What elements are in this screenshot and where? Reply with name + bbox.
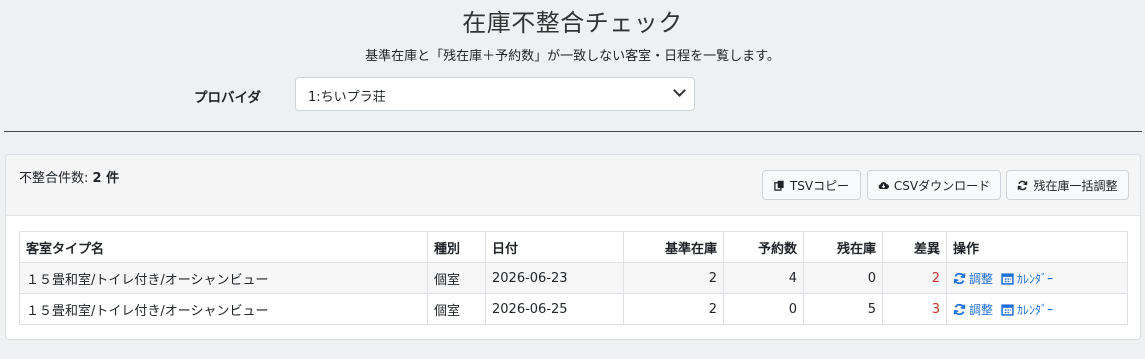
cell-operations: 調整 ｶﾚﾝﾀﾞｰ — [946, 293, 1128, 325]
csv-download-button[interactable]: CSVダウンロード — [867, 170, 1001, 200]
cell-kind: 個室 — [427, 293, 486, 325]
page-title: 在庫不整合チェック — [462, 9, 683, 37]
table-header-row: 客室タイプ名 種別 日付 基準在庫 予約数 残在庫 差異 操作 — [19, 231, 1128, 263]
card-header: 不整合件数: 2 件 TSVコピー CSVダウンロード 残在庫一括調整 — [6, 155, 1140, 216]
col-date: 日付 — [485, 231, 624, 263]
divider — [4, 131, 1142, 132]
cloud-download-icon — [878, 181, 889, 189]
col-diff: 差異 — [882, 231, 947, 263]
tsv-copy-button[interactable]: TSVコピー — [762, 170, 861, 200]
cell-diff: 3 — [882, 293, 947, 325]
cell-reservations: 4 — [723, 262, 804, 294]
csv-download-label: CSVダウンロード — [893, 178, 991, 193]
page-description: 基準在庫と「残在庫＋予約数」が一致しない客室・日程を一覧します。 — [365, 49, 780, 64]
sync-icon — [1018, 180, 1028, 190]
cell-operations: 調整 ｶﾚﾝﾀﾞｰ — [946, 262, 1128, 294]
cell-remaining: 5 — [803, 293, 883, 325]
provider-select-value: 1:ちいプラ荘 — [308, 90, 386, 105]
provider-label: プロバイダ — [194, 90, 261, 106]
tsv-copy-label: TSVコピー — [789, 178, 850, 193]
col-room-type: 客室タイプ名 — [19, 231, 428, 263]
col-remaining: 残在庫 — [803, 231, 883, 263]
cell-diff: 2 — [882, 262, 947, 294]
cell-reservations: 0 — [723, 293, 804, 325]
cell-room-type: １５畳和室/トイレ付き/オーシャンビュー — [19, 293, 428, 325]
col-operations: 操作 — [946, 231, 1128, 263]
col-base-stock: 基準在庫 — [623, 231, 724, 263]
bulk-adjust-button[interactable]: 残在庫一括調整 — [1006, 170, 1129, 200]
sync-icon — [953, 303, 966, 315]
chevron-down-icon — [673, 84, 686, 97]
adjust-link[interactable]: 調整 — [969, 270, 993, 287]
provider-select[interactable]: 1:ちいプラ荘 — [295, 77, 695, 111]
mismatch-table: 客室タイプ名 種別 日付 基準在庫 予約数 残在庫 差異 操作 １５畳和室/トイ… — [19, 231, 1128, 325]
cell-date: 2026-06-23 — [485, 262, 624, 294]
sync-icon — [953, 272, 966, 284]
calendar-icon — [1001, 303, 1014, 316]
results-card: 不整合件数: 2 件 TSVコピー CSVダウンロード 残在庫一括調整 客室タイ… — [5, 154, 1141, 340]
mismatch-count: 不整合件数: 2 件 — [19, 167, 119, 186]
col-kind: 種別 — [427, 231, 486, 263]
mismatch-count-value: 2 件 — [92, 171, 120, 186]
cell-remaining: 0 — [803, 262, 883, 294]
cell-room-type: １５畳和室/トイレ付き/オーシャンビュー — [19, 262, 428, 294]
bulk-adjust-label: 残在庫一括調整 — [1033, 178, 1118, 193]
calendar-icon — [1001, 272, 1014, 285]
calendar-link[interactable]: ｶﾚﾝﾀﾞｰ — [1017, 270, 1053, 287]
cell-base-stock: 2 — [623, 262, 724, 294]
adjust-link[interactable]: 調整 — [969, 301, 993, 318]
cell-kind: 個室 — [427, 262, 486, 294]
calendar-link[interactable]: ｶﾚﾝﾀﾞｰ — [1017, 301, 1053, 318]
cell-base-stock: 2 — [623, 293, 724, 325]
cell-date: 2026-06-25 — [485, 293, 624, 325]
copy-icon — [774, 180, 784, 191]
table-row: １５畳和室/トイレ付き/オーシャンビュー 個室 2026-06-25 2 0 5… — [19, 293, 1128, 325]
table-row: １５畳和室/トイレ付き/オーシャンビュー 個室 2026-06-23 2 4 0… — [19, 262, 1128, 294]
mismatch-count-label: 不整合件数: — [19, 171, 89, 186]
col-reservations: 予約数 — [723, 231, 804, 263]
